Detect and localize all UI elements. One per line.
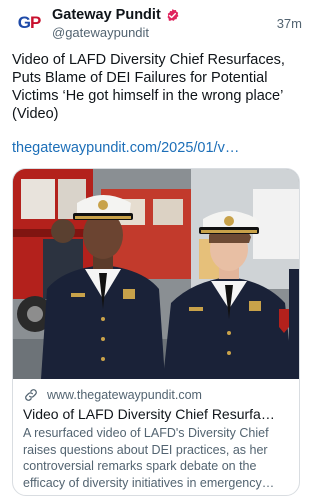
author-handle[interactable]: @gatewaypundit [52, 25, 180, 40]
firefighters-photo [13, 169, 299, 379]
post-text: Video of LAFD Diversity Chief Resurfaces… [12, 52, 285, 122]
avatar-logo: GP [17, 13, 42, 32]
verified-badge-icon [167, 8, 179, 21]
timestamp[interactable]: 37m [277, 16, 302, 31]
card-image[interactable] [13, 169, 299, 379]
post-link[interactable]: thegatewaypundit.com/2025/01/v… [12, 140, 239, 156]
card-domain-row: www.thegatewaypundit.com [23, 387, 291, 403]
card-info[interactable]: www.thegatewaypundit.com Video of LAFD D… [13, 379, 299, 495]
author-name[interactable]: Gateway Pundit [52, 7, 161, 23]
avatar[interactable]: GP [12, 6, 46, 40]
author-block: Gateway Pundit @gatewaypundit [52, 6, 180, 40]
link-preview-card[interactable]: www.thegatewaypundit.com Video of LAFD D… [12, 168, 300, 496]
card-description: A resurfaced video of LAFD's Diversity C… [23, 426, 275, 490]
card-domain: www.thegatewaypundit.com [47, 388, 202, 402]
post-header: GP Gateway Pundit @gatewaypundit 37m [12, 6, 302, 40]
card-title[interactable]: Video of LAFD Diversity Chief Resurfa… [23, 406, 293, 422]
link-icon [25, 389, 37, 401]
